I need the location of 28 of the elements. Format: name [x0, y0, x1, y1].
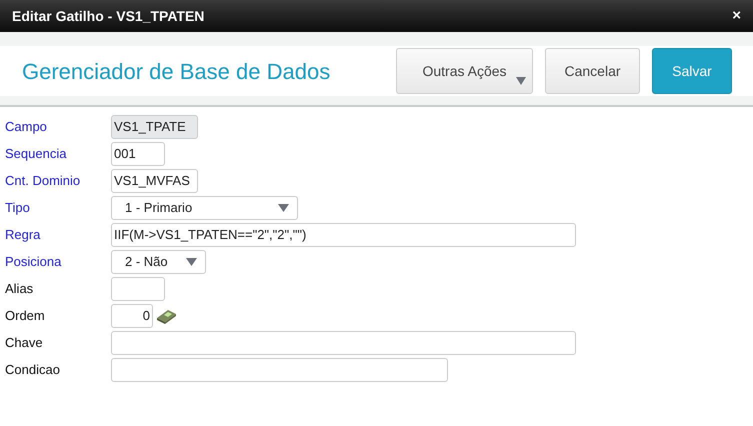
page-title: Gerenciador de Base de Dados	[22, 58, 332, 86]
cancel-button[interactable]: Cancelar	[545, 48, 640, 94]
field-label: Cnt. Dominio	[4, 172, 82, 190]
input-field[interactable]	[111, 331, 576, 355]
field-label: Ordem	[4, 307, 46, 326]
input-field[interactable]: 0	[111, 304, 153, 328]
calculator-icon[interactable]	[155, 308, 177, 324]
caret-icon	[278, 204, 289, 212]
select-field[interactable]: 2 - Não	[111, 250, 206, 274]
field-label: Chave	[4, 334, 44, 352]
caret-icon	[516, 77, 526, 85]
field-label: Condicao	[4, 361, 61, 380]
close-button[interactable]: ×	[732, 4, 741, 28]
window-title: Editar Gatilho - VS1_TPATEN	[12, 6, 204, 26]
input-field[interactable]	[111, 277, 165, 301]
caret-icon	[186, 258, 197, 266]
field-label: Alias	[4, 280, 34, 298]
input-field[interactable]: IIF(M->VS1_TPATEN=="2","2","")	[111, 223, 576, 247]
field-label: Sequencia	[4, 145, 68, 164]
select-field[interactable]: 1 - Primario	[111, 196, 298, 220]
field-label: Posiciona	[4, 253, 62, 272]
field-label: Campo	[4, 118, 48, 136]
input-field[interactable]	[111, 358, 448, 382]
input-field[interactable]: VS1_MVFAS	[111, 169, 198, 193]
input-field[interactable]: 001	[111, 142, 165, 166]
field-label: Regra	[4, 226, 42, 244]
field-label: Tipo	[4, 199, 31, 218]
actions-menu-button[interactable]: Outras Ações	[396, 48, 533, 94]
